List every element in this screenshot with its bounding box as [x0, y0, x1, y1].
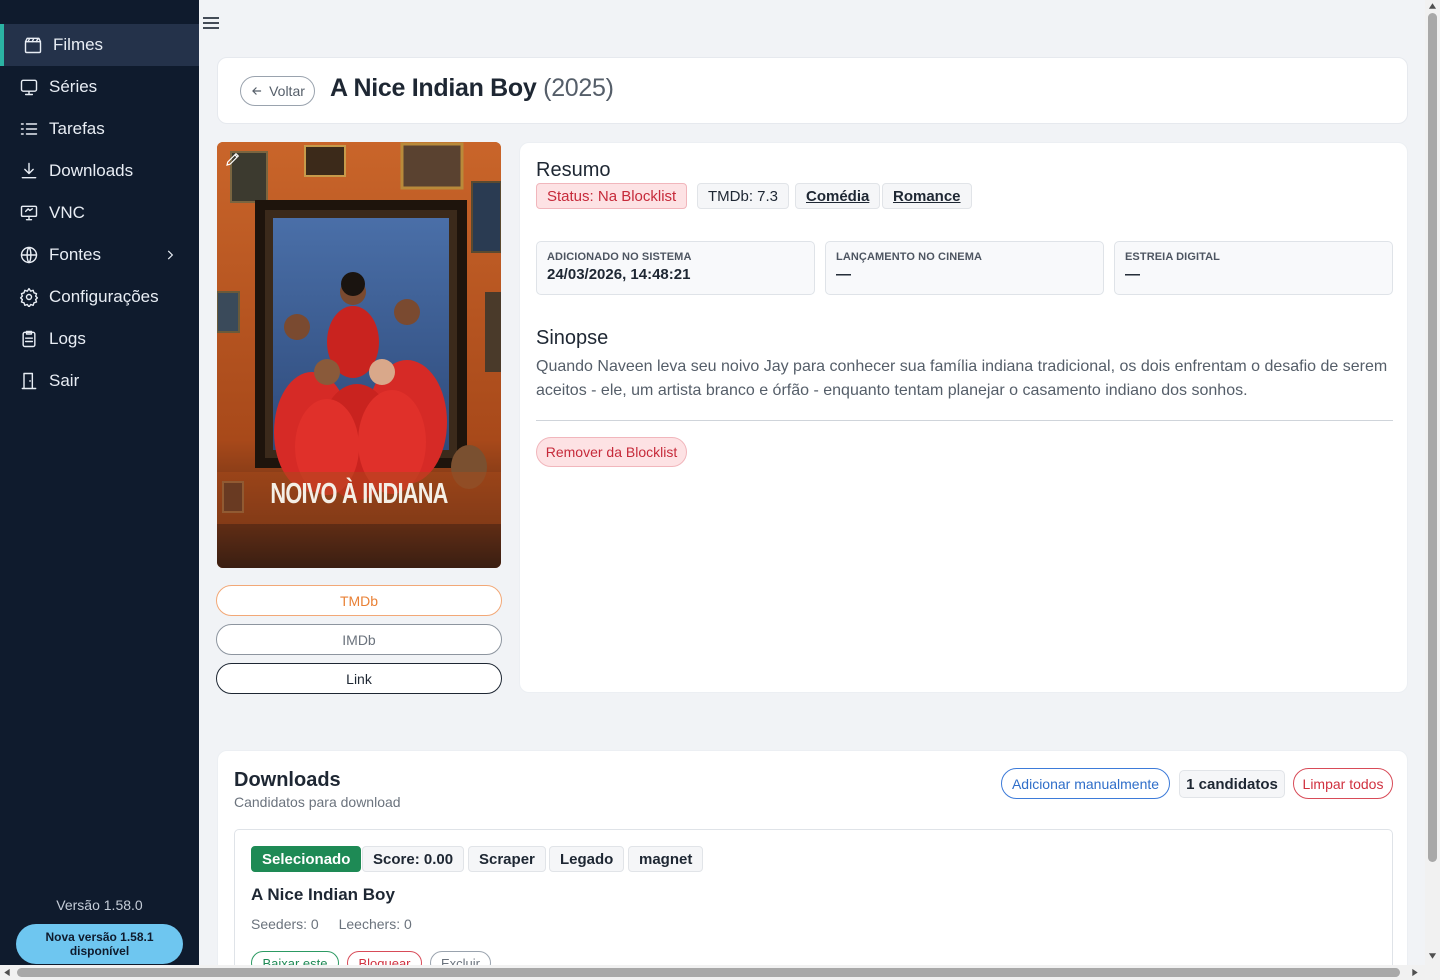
page-header: Voltar A Nice Indian Boy (2025)	[217, 57, 1408, 124]
leechers-count: Leechers: 0	[338, 916, 412, 932]
sidebar-item-vnc[interactable]: VNC	[0, 192, 199, 234]
sidebar-item-label: Séries	[49, 77, 98, 96]
summary-heading: Resumo	[536, 159, 611, 181]
back-button-label: Voltar	[269, 83, 305, 99]
update-line-2: disponível	[69, 944, 130, 958]
tv-icon	[18, 76, 40, 98]
door-exit-icon	[18, 370, 40, 392]
candidate-item: Selecionado Score: 0.00 Scraper Legado m…	[234, 829, 1393, 979]
movie-title: A Nice Indian Boy	[330, 74, 537, 102]
info-label: ADICIONADO NO SISTEMA	[547, 251, 692, 263]
update-line-1: Nova versão 1.58.1	[45, 930, 154, 944]
legacy-badge: Legado	[549, 846, 625, 872]
sidebar-item-label: VNC	[49, 203, 85, 222]
divider	[536, 420, 1393, 421]
seeders-count: Seeders: 0	[251, 916, 319, 932]
info-value: —	[836, 266, 851, 283]
downloads-heading: Downloads	[234, 769, 341, 791]
sidebar-item-label: Filmes	[53, 35, 104, 54]
scroll-up-icon[interactable]	[1428, 2, 1437, 10]
sidebar-item-logs[interactable]: Logs	[0, 318, 199, 360]
sidebar-item-label: Sair	[49, 371, 80, 390]
list-checks-icon	[18, 118, 40, 140]
rating-badge: TMDb: 7.3	[697, 183, 790, 209]
scroll-left-icon[interactable]	[3, 968, 11, 977]
pencil-icon[interactable]	[224, 150, 244, 170]
info-value: 24/03/2026, 14:48:21	[547, 266, 691, 283]
sidebar-item-series[interactable]: Séries	[0, 66, 199, 108]
status-badge: Status: Na Blocklist	[536, 183, 688, 209]
genre-link-comedia[interactable]: Comédia	[795, 183, 881, 209]
sidebar-item-fontes[interactable]: Fontes	[0, 234, 199, 276]
external-link-button[interactable]: Link	[216, 663, 502, 694]
scrollbar-corner	[1425, 965, 1440, 980]
candidates-count-badge: 1 candidatos	[1179, 770, 1285, 798]
menu-toggle-icon[interactable]	[203, 15, 219, 31]
info-value: —	[1125, 266, 1140, 283]
candidate-name: A Nice Indian Boy	[251, 885, 395, 904]
sidebar-item-label: Downloads	[49, 161, 134, 180]
source-badge: Scraper	[468, 846, 546, 872]
horizontal-scrollbar[interactable]	[0, 965, 1425, 980]
score-badge: Score: 0.00	[362, 846, 465, 872]
gear-icon	[18, 286, 40, 308]
download-icon	[18, 160, 40, 182]
synopsis-heading: Sinopse	[536, 327, 609, 349]
sidebar-item-downloads[interactable]: Downloads	[0, 150, 199, 192]
sidebar-item-label: Configurações	[49, 287, 159, 306]
horizontal-scroll-thumb[interactable]	[17, 968, 1400, 977]
sidebar-item-tarefas[interactable]: Tarefas	[0, 108, 199, 150]
back-button[interactable]: Voltar	[240, 76, 315, 106]
imdb-link-button[interactable]: IMDb	[216, 624, 502, 655]
page-title: A Nice Indian Boy (2025)	[330, 74, 614, 103]
version-label: Versão 1.58.0	[56, 897, 143, 913]
arrow-left-icon	[252, 87, 262, 95]
chevron-right-icon	[163, 247, 177, 267]
selected-badge: Selecionado	[251, 846, 362, 872]
synopsis-text: Quando Naveen leva seu noivo Jay para co…	[536, 358, 1388, 399]
info-digital-release: ESTREIA DIGITAL —	[1114, 241, 1393, 295]
add-manually-button[interactable]: Adicionar manualmente	[1001, 768, 1170, 799]
globe-icon	[18, 244, 40, 266]
poster-caption: NOIVO À INDIANA	[270, 478, 448, 510]
monitor-icon	[18, 202, 40, 224]
candidate-peers: Seeders: 0 Leechers: 0	[251, 916, 428, 932]
info-label: ESTREIA DIGITAL	[1125, 251, 1220, 263]
info-added: ADICIONADO NO SISTEMA 24/03/2026, 14:48:…	[536, 241, 815, 295]
movie-poster: NOIVO À INDIANA	[217, 142, 501, 568]
sidebar-item-label: Logs	[49, 329, 86, 348]
update-available-button[interactable]: Nova versão 1.58.1 disponível	[16, 924, 183, 964]
sidebar-item-label: Tarefas	[49, 119, 105, 138]
vertical-scrollbar[interactable]	[1425, 0, 1440, 980]
vertical-scroll-thumb[interactable]	[1428, 13, 1437, 862]
movie-year: (2025)	[543, 74, 614, 102]
downloads-subtitle: Candidatos para download	[234, 794, 401, 810]
sidebar-item-configuracoes[interactable]: Configurações	[0, 276, 199, 318]
clear-all-button[interactable]: Limpar todos	[1293, 768, 1393, 799]
info-label: LANÇAMENTO NO CINEMA	[836, 251, 983, 263]
clapperboard-icon	[22, 34, 44, 56]
sidebar-item-filmes[interactable]: Filmes	[0, 24, 199, 66]
magnet-badge: magnet	[628, 846, 704, 872]
scroll-down-icon[interactable]	[1428, 952, 1437, 960]
sidebar: Filmes Séries Tarefas Downloads VNC Font…	[0, 0, 199, 980]
scroll-right-icon[interactable]	[1411, 968, 1419, 977]
clipboard-icon	[18, 328, 40, 350]
summary-card: Resumo Status: Na Blocklist TMDb: 7.3 Co…	[519, 142, 1408, 693]
sidebar-item-sair[interactable]: Sair	[0, 360, 199, 402]
info-cinema-release: LANÇAMENTO NO CINEMA —	[825, 241, 1104, 295]
downloads-card: Downloads Candidatos para download Adici…	[217, 750, 1408, 980]
remove-from-blocklist-button[interactable]: Remover da Blocklist	[536, 437, 687, 467]
tmdb-link-button[interactable]: TMDb	[216, 585, 502, 616]
sidebar-item-label: Fontes	[49, 245, 101, 264]
genre-link-romance[interactable]: Romance	[882, 183, 972, 209]
